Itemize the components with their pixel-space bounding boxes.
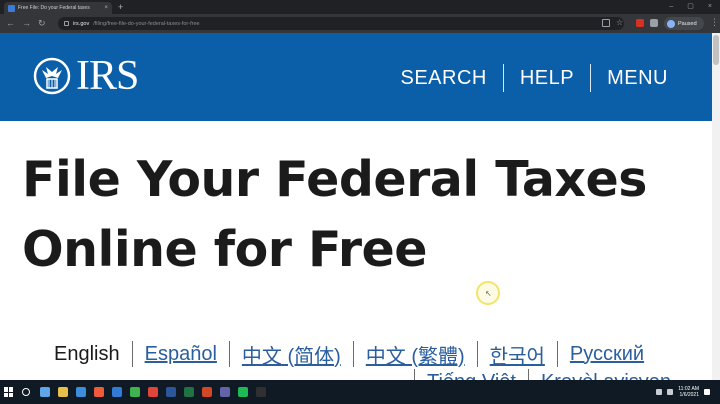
new-tab-button[interactable]: +	[118, 1, 123, 13]
language-link-korean[interactable]: 한국어	[478, 340, 557, 369]
help-link[interactable]: HELP	[504, 63, 590, 93]
logo-text: IRS	[76, 53, 139, 99]
star-icon[interactable]: ☆	[616, 19, 623, 27]
network-icon[interactable]	[656, 389, 663, 395]
menu-link[interactable]: MENU	[591, 63, 684, 93]
task-view-icon[interactable]	[40, 387, 50, 397]
forward-button[interactable]: →	[22, 17, 31, 30]
explorer-icon[interactable]	[76, 387, 86, 397]
nav-divider	[502, 64, 504, 92]
language-link-russian[interactable]: Русский	[558, 343, 644, 366]
irs-favicon-icon	[8, 4, 15, 12]
browser-tab-strip: Free File: Do your Federal taxes × + – ▢…	[0, 0, 720, 14]
obs-icon[interactable]	[238, 387, 248, 397]
store-icon[interactable]	[94, 387, 104, 397]
irs-logo[interactable]: IRS	[32, 53, 139, 99]
powerpoint-icon[interactable]	[184, 387, 194, 397]
puzzle-icon[interactable]	[650, 19, 658, 27]
clock-date: 1/6/2021	[679, 392, 699, 398]
address-bar[interactable]: irs.gov/filing/free-file-do-your-federal…	[58, 17, 624, 30]
chrome-icon[interactable]	[130, 387, 140, 397]
lock-icon[interactable]	[64, 21, 69, 26]
start-icon[interactable]	[4, 387, 14, 397]
browser-toolbar: ← → ↻ irs.gov/filing/free-file-do-your-f…	[0, 14, 720, 33]
taskbar-apps	[40, 387, 266, 397]
url-path: /filing/free-file-do-your-federal-taxes-…	[93, 20, 200, 27]
word-icon[interactable]	[148, 387, 158, 397]
language-link-chinese-traditional[interactable]: 中文 (繁體)	[354, 340, 477, 369]
minimize-button[interactable]: –	[669, 1, 673, 13]
notification-icon[interactable]	[704, 389, 710, 395]
mail-icon[interactable]	[112, 387, 122, 397]
back-button[interactable]: ←	[6, 17, 15, 30]
close-window-button[interactable]: ×	[708, 1, 712, 13]
header-nav: SEARCH HELP MENU	[385, 63, 685, 93]
system-tray: 11:02 AM 1/6/2021	[656, 386, 710, 398]
share-icon[interactable]	[602, 19, 610, 27]
window-controls: – ▢ ×	[669, 1, 712, 13]
spotify-icon[interactable]	[220, 387, 230, 397]
page-scrollbar[interactable]	[712, 33, 720, 380]
nav-divider	[590, 64, 592, 92]
browser-menu-icon[interactable]: ⋮	[710, 16, 719, 29]
language-english: English	[54, 342, 120, 365]
url-host: irs.gov	[73, 20, 90, 27]
profile-button[interactable]: Paused	[664, 17, 704, 30]
eagle-logo-icon	[33, 57, 71, 95]
mouse-pointer-icon: ↖	[485, 289, 492, 298]
volume-icon[interactable]	[667, 389, 674, 395]
language-link-chinese-simplified[interactable]: 中文 (简体)	[230, 340, 353, 369]
browser-tab[interactable]: Free File: Do your Federal taxes ×	[4, 2, 112, 14]
language-selector: English Español 中文 (简体) 中文 (繁體) 한국어 Русс…	[54, 339, 644, 369]
tab-title: Free File: Do your Federal taxes	[18, 5, 90, 11]
site-header: IRS SEARCH HELP MENU	[0, 33, 712, 121]
scrollbar-thumb[interactable]	[713, 35, 719, 65]
language-link-spanish[interactable]: Español	[133, 343, 229, 366]
teams-icon[interactable]	[202, 387, 212, 397]
page-title: File Your Federal Taxes Online for Free	[22, 145, 662, 285]
excel-icon[interactable]	[166, 387, 176, 397]
extension-icon[interactable]	[636, 19, 644, 27]
taskbar-clock[interactable]: 11:02 AM 1/6/2021	[678, 386, 699, 398]
avatar	[667, 19, 675, 28]
page-title-line-2: Online for Free	[22, 221, 427, 278]
page-title-line-1: File Your Federal Taxes	[22, 151, 647, 208]
edge-icon[interactable]	[58, 387, 68, 397]
reload-button[interactable]: ↻	[38, 17, 46, 30]
tab-close-icon[interactable]: ×	[104, 5, 108, 11]
search-link[interactable]: SEARCH	[385, 63, 503, 93]
maximize-button[interactable]: ▢	[687, 1, 694, 13]
windows-taskbar: 11:02 AM 1/6/2021	[0, 380, 720, 404]
vlc-icon[interactable]	[256, 387, 266, 397]
search-icon[interactable]	[22, 388, 30, 396]
profile-label: Paused	[678, 20, 697, 27]
